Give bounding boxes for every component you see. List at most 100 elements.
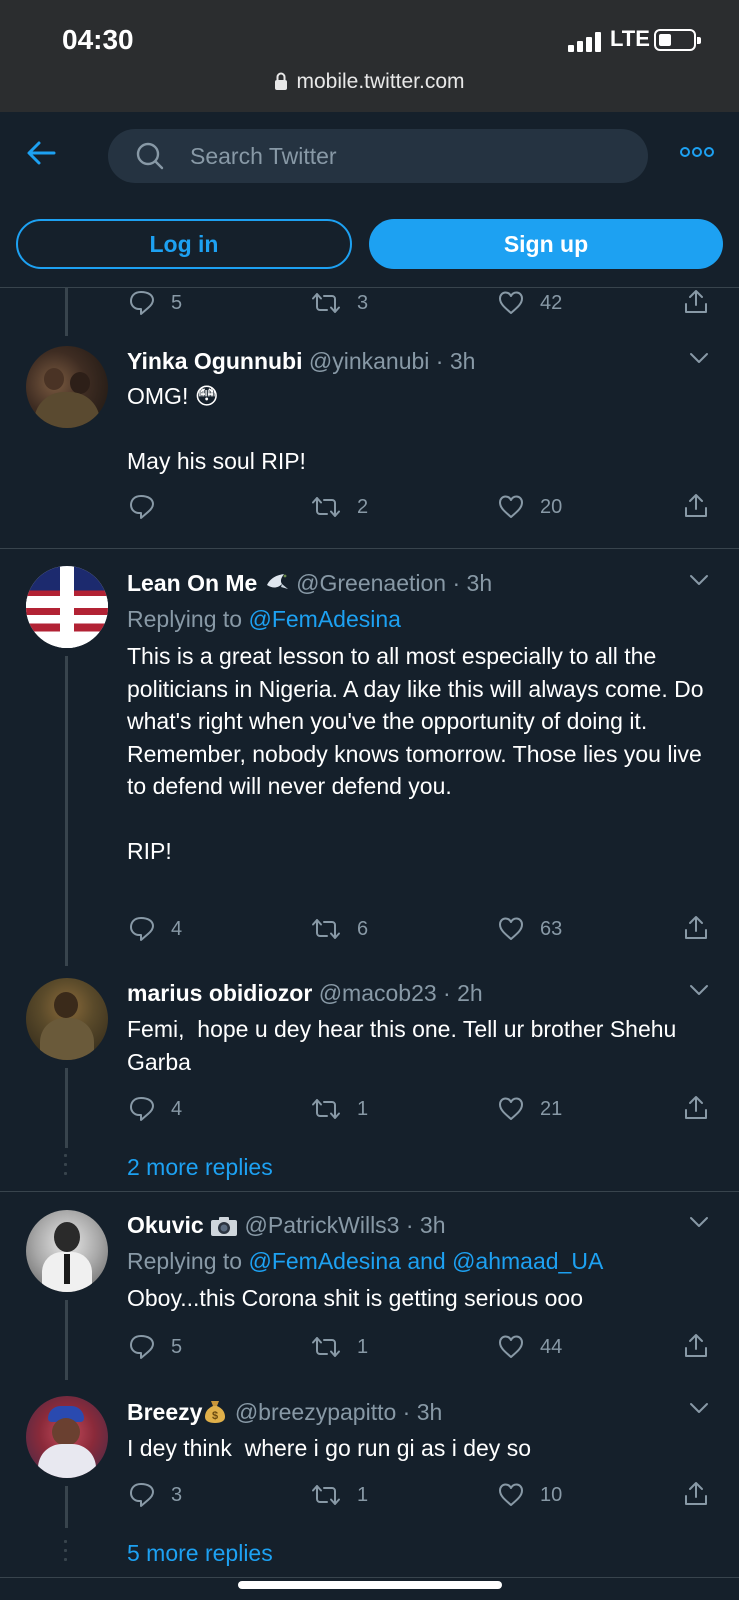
reply-icon (130, 1335, 154, 1359)
retweet-action[interactable]: 3 (311, 290, 368, 316)
like-icon (499, 1335, 523, 1358)
replying-to-link[interactable]: @FemAdesina and @ahmaad_UA (248, 1248, 603, 1274)
avatar[interactable] (26, 978, 108, 1060)
like-action[interactable]: 21 (498, 1096, 562, 1122)
avatar[interactable] (26, 346, 108, 428)
reply-action[interactable] (129, 494, 171, 520)
like-action[interactable]: 10 (498, 1482, 562, 1508)
like-icon (499, 495, 523, 518)
reply-count: 5 (171, 291, 183, 314)
share-icon[interactable] (683, 493, 709, 519)
reply-icon (130, 495, 154, 519)
retweet-count: 1 (357, 1335, 369, 1358)
reply-action[interactable]: 5 (129, 290, 182, 316)
share-icon[interactable] (683, 1333, 709, 1359)
retweet-action[interactable]: 1 (311, 1096, 368, 1122)
share-icon[interactable] (683, 1481, 709, 1507)
clock: 04:30 (62, 24, 134, 55)
home-indicator[interactable] (238, 1581, 502, 1589)
retweet-action[interactable]: 2 (311, 494, 368, 520)
chevron-down-icon[interactable] (689, 984, 709, 996)
replying-label: Replying to (127, 1248, 243, 1274)
tweet-author[interactable]: Yinka Ogunnubi @yinkanubi · 3h (127, 348, 475, 375)
timestamp: · 3h (435, 348, 476, 374)
divider (0, 548, 739, 549)
avatar[interactable] (26, 566, 108, 648)
like-count: 44 (540, 1335, 563, 1358)
timestamp: · 2h (443, 980, 483, 1006)
retweet-count: 2 (357, 495, 369, 518)
retweet-icon (312, 1099, 340, 1119)
login-button[interactable]: Log in (16, 219, 352, 269)
chevron-down-icon[interactable] (689, 352, 709, 364)
back-arrow-icon[interactable] (26, 140, 56, 166)
reply-action[interactable]: 4 (129, 1096, 182, 1122)
retweet-icon (312, 1485, 340, 1505)
more-options-icon[interactable] (680, 144, 714, 160)
tweet-text: This is a great lesson to all most espec… (127, 643, 704, 864)
timestamp: · 3h (402, 1399, 443, 1425)
more-replies-link[interactable]: 2 more replies (127, 1154, 273, 1181)
like-icon (499, 917, 523, 940)
retweet-action[interactable]: 1 (311, 1482, 368, 1508)
chevron-down-icon[interactable] (689, 574, 709, 586)
reply-action[interactable]: 3 (129, 1482, 182, 1508)
search-input[interactable] (190, 129, 620, 183)
tweet-author[interactable]: Lean On Me @Greenaetion · 3h (127, 570, 492, 597)
share-icon[interactable] (683, 1095, 709, 1121)
url-text: mobile.twitter.com (296, 70, 465, 93)
tweet-text: OMG! 😳 May his soul RIP! (127, 383, 306, 474)
divider (0, 1577, 739, 1578)
address-bar[interactable]: mobile.twitter.com (0, 70, 739, 94)
tweet-author[interactable]: Okuvic @PatrickWills3 · 3h (127, 1212, 446, 1239)
like-action[interactable]: 44 (498, 1334, 562, 1360)
display-name: Lean On Me (127, 570, 258, 596)
camera-icon (211, 1217, 238, 1236)
retweet-action[interactable]: 1 (311, 1334, 368, 1360)
like-action[interactable]: 63 (498, 916, 562, 942)
network-label: LTE (610, 26, 650, 51)
avatar[interactable] (26, 1396, 108, 1478)
chevron-down-icon[interactable] (689, 1216, 709, 1228)
reply-count: 4 (171, 917, 183, 940)
display-name: Okuvic (127, 1212, 204, 1238)
svg-text:$: $ (212, 1410, 218, 1422)
battery-icon (654, 29, 701, 51)
retweet-count: 6 (357, 917, 369, 940)
tweet-author[interactable]: Breezy $ @breezypapitto · 3h (127, 1398, 442, 1426)
retweet-action[interactable]: 6 (311, 916, 368, 942)
like-action[interactable]: 20 (498, 494, 562, 520)
chevron-down-icon[interactable] (689, 1402, 709, 1414)
like-count: 21 (540, 1097, 563, 1120)
display-name: marius obidiozor (127, 980, 313, 1006)
retweet-count: 1 (357, 1483, 369, 1506)
reply-count: 4 (171, 1097, 183, 1120)
retweet-icon (312, 1337, 340, 1357)
search-bar[interactable] (108, 129, 648, 183)
money-bag-icon: $ (205, 1401, 226, 1423)
retweet-icon (312, 293, 340, 313)
replying-label: Replying to (127, 606, 243, 632)
reply-icon (130, 1097, 154, 1121)
signup-button[interactable]: Sign up (369, 219, 723, 269)
retweet-count: 3 (357, 291, 369, 314)
share-icon[interactable] (683, 915, 709, 941)
divider (0, 1191, 739, 1192)
reply-count: 5 (171, 1335, 183, 1358)
reply-action[interactable]: 4 (129, 916, 182, 942)
lock-icon (275, 72, 288, 90)
replying-to: Replying to @FemAdesina and @ahmaad_UA (127, 1248, 603, 1275)
like-action[interactable]: 42 (498, 290, 562, 316)
thread-line (65, 288, 68, 336)
more-replies-link[interactable]: 5 more replies (127, 1540, 273, 1567)
tweet-author[interactable]: marius obidiozor @macob23 · 2h (127, 980, 483, 1007)
avatar[interactable] (26, 1210, 108, 1292)
browser-status-bar: 04:30 LTE mobile.twitter.com (0, 0, 739, 112)
reply-action[interactable]: 5 (129, 1334, 182, 1360)
replying-to-link[interactable]: @FemAdesina (248, 606, 400, 632)
like-count: 42 (540, 291, 563, 314)
tweet-text: Oboy...this Corona shit is getting serio… (127, 1285, 583, 1311)
thread-line (65, 1300, 68, 1380)
share-icon[interactable] (683, 289, 709, 315)
like-icon (499, 291, 523, 314)
